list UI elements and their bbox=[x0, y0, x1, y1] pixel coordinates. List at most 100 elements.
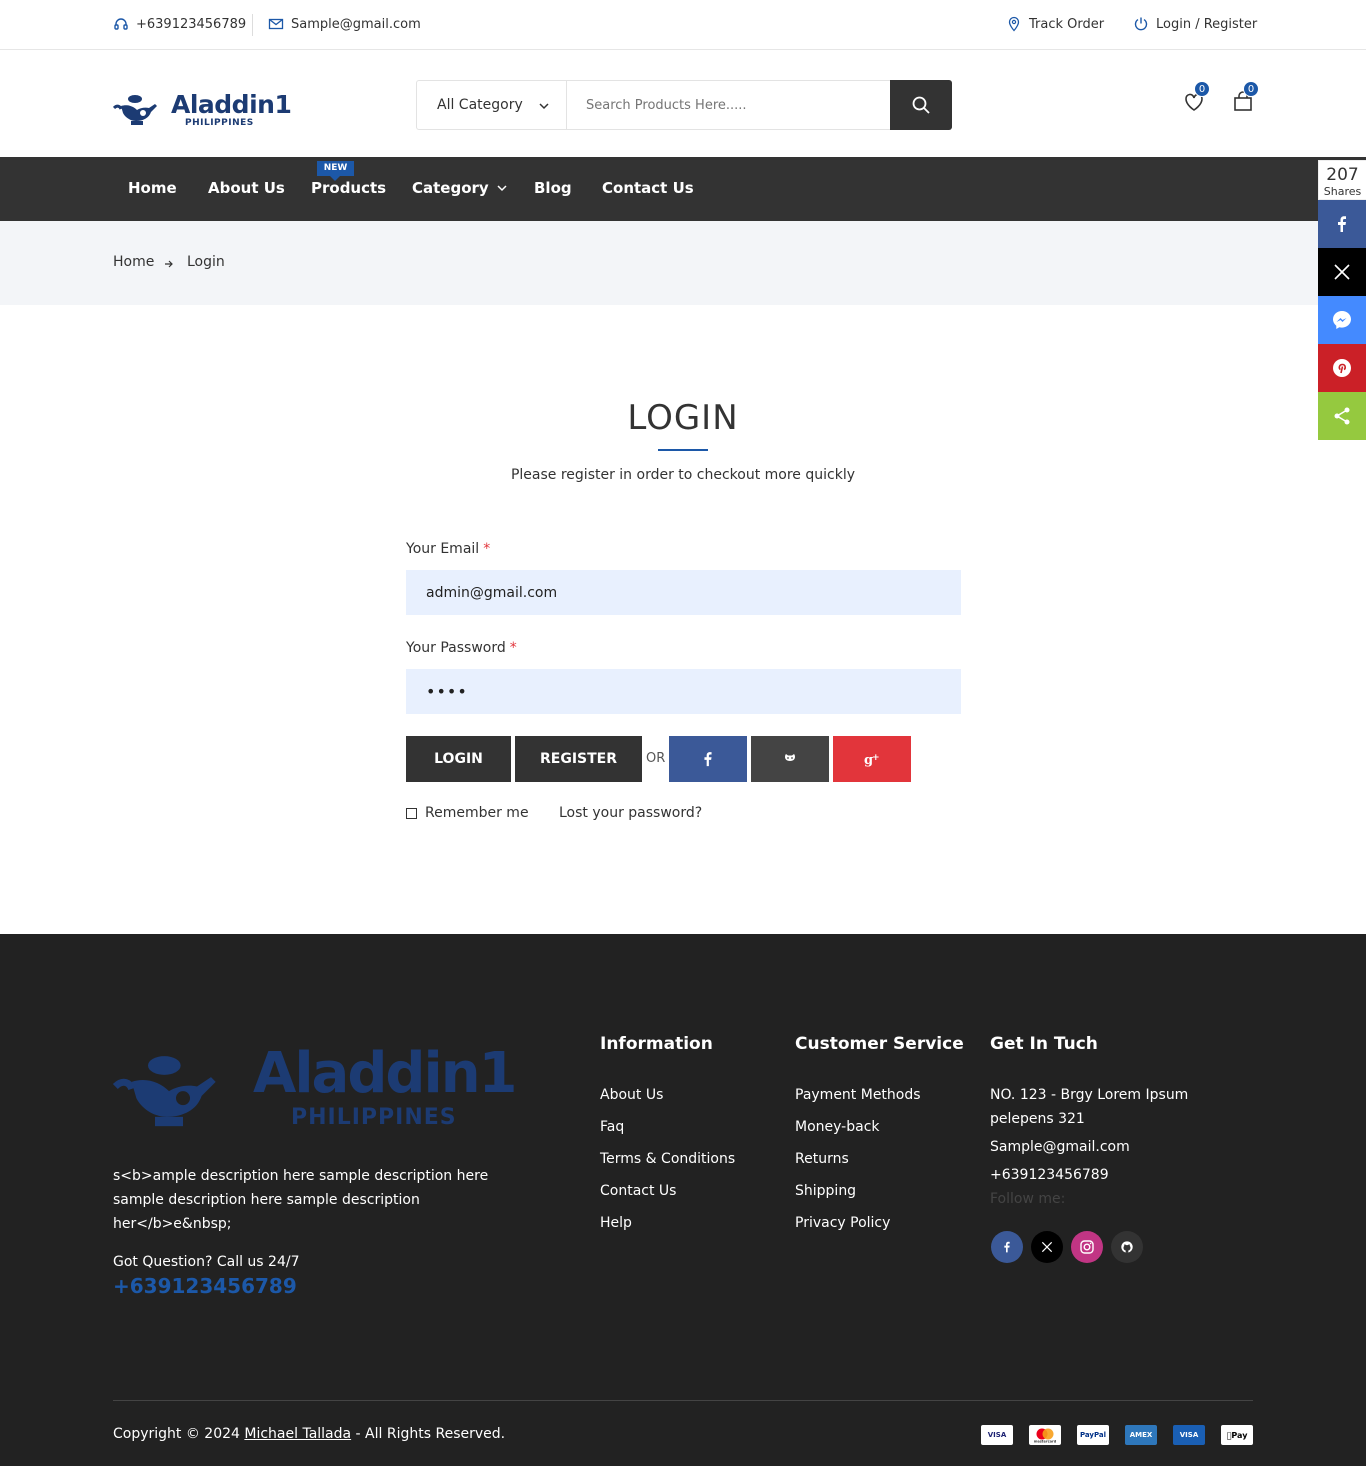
share-count-label: Shares bbox=[1323, 185, 1362, 198]
topbar-email-text: Sample@gmail.com bbox=[291, 16, 421, 32]
category-select[interactable]: All Category bbox=[417, 81, 567, 129]
nav-products[interactable]: Products bbox=[311, 179, 386, 197]
svg-text:+: + bbox=[872, 753, 880, 763]
footer-divider bbox=[113, 1400, 1253, 1401]
facebook-icon bbox=[1004, 1241, 1010, 1253]
share-pinterest-button[interactable] bbox=[1318, 344, 1366, 392]
footer-contact-phone[interactable]: +639123456789 bbox=[990, 1167, 1109, 1183]
page-subtitle: Please register in order to checkout mor… bbox=[510, 467, 856, 483]
genie-lamp-icon bbox=[113, 95, 157, 125]
cart-button[interactable]: 0 bbox=[1231, 81, 1259, 116]
required-mark: * bbox=[483, 541, 491, 557]
amex-icon: AMEX bbox=[1125, 1425, 1157, 1445]
github-login-button[interactable] bbox=[751, 736, 829, 782]
footer-link-shipping[interactable]: Shipping bbox=[795, 1183, 856, 1199]
email-field[interactable] bbox=[406, 570, 961, 615]
facebook-login-button[interactable] bbox=[669, 736, 747, 782]
mastercard-label: mastercard bbox=[1034, 1440, 1057, 1444]
page-title: LOGIN bbox=[627, 398, 739, 438]
lost-password-link[interactable]: Lost your password? bbox=[559, 805, 702, 821]
search-button[interactable] bbox=[890, 80, 952, 130]
footer-link-about-us[interactable]: About Us bbox=[600, 1087, 663, 1103]
password-label: Your Password * bbox=[406, 640, 517, 656]
chevron-down-icon bbox=[539, 103, 549, 110]
share-facebook-button[interactable] bbox=[1318, 200, 1366, 248]
password-label-text: Your Password bbox=[406, 640, 506, 656]
login-button[interactable]: LOGIN bbox=[406, 736, 511, 782]
footer-link-returns[interactable]: Returns bbox=[795, 1151, 849, 1167]
github-icon bbox=[785, 754, 795, 761]
new-badge: NEW bbox=[317, 161, 354, 176]
follow-me-label: Follow me: bbox=[990, 1191, 1066, 1207]
share-count-number: 207 bbox=[1326, 165, 1359, 185]
title-underline bbox=[658, 449, 708, 451]
footer-logo[interactable]: Aladdin1 PHILIPPINES bbox=[113, 1039, 523, 1134]
footer-facebook-button[interactable] bbox=[991, 1231, 1023, 1263]
arrow-right-icon bbox=[165, 260, 173, 268]
footer-instagram-button[interactable] bbox=[1071, 1231, 1103, 1263]
nav-home[interactable]: Home bbox=[128, 179, 177, 197]
register-button[interactable]: REGISTER bbox=[515, 736, 642, 782]
search-icon bbox=[912, 96, 930, 114]
x-twitter-icon bbox=[1334, 264, 1350, 280]
facebook-icon bbox=[1338, 216, 1346, 232]
password-field[interactable]: •••• bbox=[406, 669, 961, 714]
login-register-link[interactable]: Login / Register bbox=[1133, 16, 1257, 32]
share-count: 207 Shares bbox=[1318, 160, 1366, 200]
apple-pay-icon: Pay bbox=[1221, 1425, 1253, 1445]
footer-link-faq[interactable]: Faq bbox=[600, 1119, 624, 1135]
messenger-icon bbox=[1333, 311, 1351, 329]
footer-link-help[interactable]: Help bbox=[600, 1215, 632, 1231]
github-icon bbox=[1121, 1241, 1133, 1253]
topbar-email[interactable]: Sample@gmail.com bbox=[268, 16, 421, 32]
search-input[interactable] bbox=[568, 81, 890, 129]
share-messenger-button[interactable] bbox=[1318, 296, 1366, 344]
footer-link-contact-us[interactable]: Contact Us bbox=[600, 1183, 676, 1199]
copyright-prefix: Copyright © 2024 bbox=[113, 1426, 245, 1442]
google-plus-icon: g+ bbox=[864, 753, 880, 767]
or-separator: OR bbox=[646, 751, 666, 766]
visa-electron-icon: VISA bbox=[1173, 1425, 1205, 1445]
footer-link-privacy-policy[interactable]: Privacy Policy bbox=[795, 1215, 890, 1231]
nav-about-us[interactable]: About Us bbox=[208, 179, 285, 197]
nav-contact-us[interactable]: Contact Us bbox=[602, 179, 694, 197]
track-order-link[interactable]: Track Order bbox=[1006, 16, 1104, 32]
breadcrumb-home[interactable]: Home bbox=[113, 254, 154, 270]
footer-phone[interactable]: +639123456789 bbox=[113, 1274, 297, 1298]
nav-category[interactable]: Category bbox=[412, 179, 507, 197]
nav-blog[interactable]: Blog bbox=[534, 179, 572, 197]
nav-category-label: Category bbox=[412, 179, 489, 197]
wishlist-button[interactable]: 0 bbox=[1182, 81, 1210, 116]
cart-count-badge: 0 bbox=[1243, 81, 1259, 97]
site-logo[interactable]: Aladdin1 PHILIPPINES bbox=[113, 88, 292, 132]
mastercard-logo: mastercard bbox=[1034, 1428, 1057, 1444]
footer-link-payment-methods[interactable]: Payment Methods bbox=[795, 1087, 921, 1103]
footer-description: s<b>ample description here sample descri… bbox=[113, 1168, 489, 1232]
contact-heading: Get In Tuch bbox=[990, 1034, 1098, 1054]
footer-link-money-back[interactable]: Money-back bbox=[795, 1119, 880, 1135]
copyright-suffix: - All Rights Reserved. bbox=[351, 1426, 506, 1442]
breadcrumb: Home Login bbox=[0, 221, 1366, 305]
copyright: Copyright © 2024 Michael Tallada - All R… bbox=[113, 1426, 505, 1442]
envelope-icon bbox=[268, 18, 284, 30]
footer-link-terms[interactable]: Terms & Conditions bbox=[600, 1151, 735, 1167]
email-label: Your Email * bbox=[406, 541, 490, 557]
google-plus-login-button[interactable]: g + bbox=[833, 736, 911, 782]
topbar-phone-text: +639123456789 bbox=[136, 16, 247, 32]
category-select-value: All Category bbox=[437, 97, 523, 113]
remember-me-checkbox[interactable] bbox=[406, 807, 417, 819]
breadcrumb-current: Login bbox=[187, 254, 225, 270]
topbar-phone[interactable]: +639123456789 bbox=[113, 16, 246, 32]
footer-x-button[interactable] bbox=[1031, 1231, 1063, 1263]
copyright-author-link[interactable]: Michael Tallada bbox=[244, 1426, 351, 1442]
footer-email[interactable]: Sample@gmail.com bbox=[990, 1139, 1130, 1155]
top-bar: +639123456789 Sample@gmail.com Track Ord… bbox=[0, 0, 1366, 50]
new-badge-pointer bbox=[330, 176, 340, 181]
chevron-down-icon bbox=[497, 185, 507, 192]
instagram-icon bbox=[1080, 1240, 1094, 1254]
remember-me[interactable]: Remember me bbox=[406, 805, 529, 821]
search-bar: All Category bbox=[416, 80, 952, 130]
logo-subtext: PHILIPPINES bbox=[185, 118, 254, 128]
share-x-button[interactable] bbox=[1318, 248, 1366, 296]
footer-github-button[interactable] bbox=[1111, 1231, 1143, 1263]
